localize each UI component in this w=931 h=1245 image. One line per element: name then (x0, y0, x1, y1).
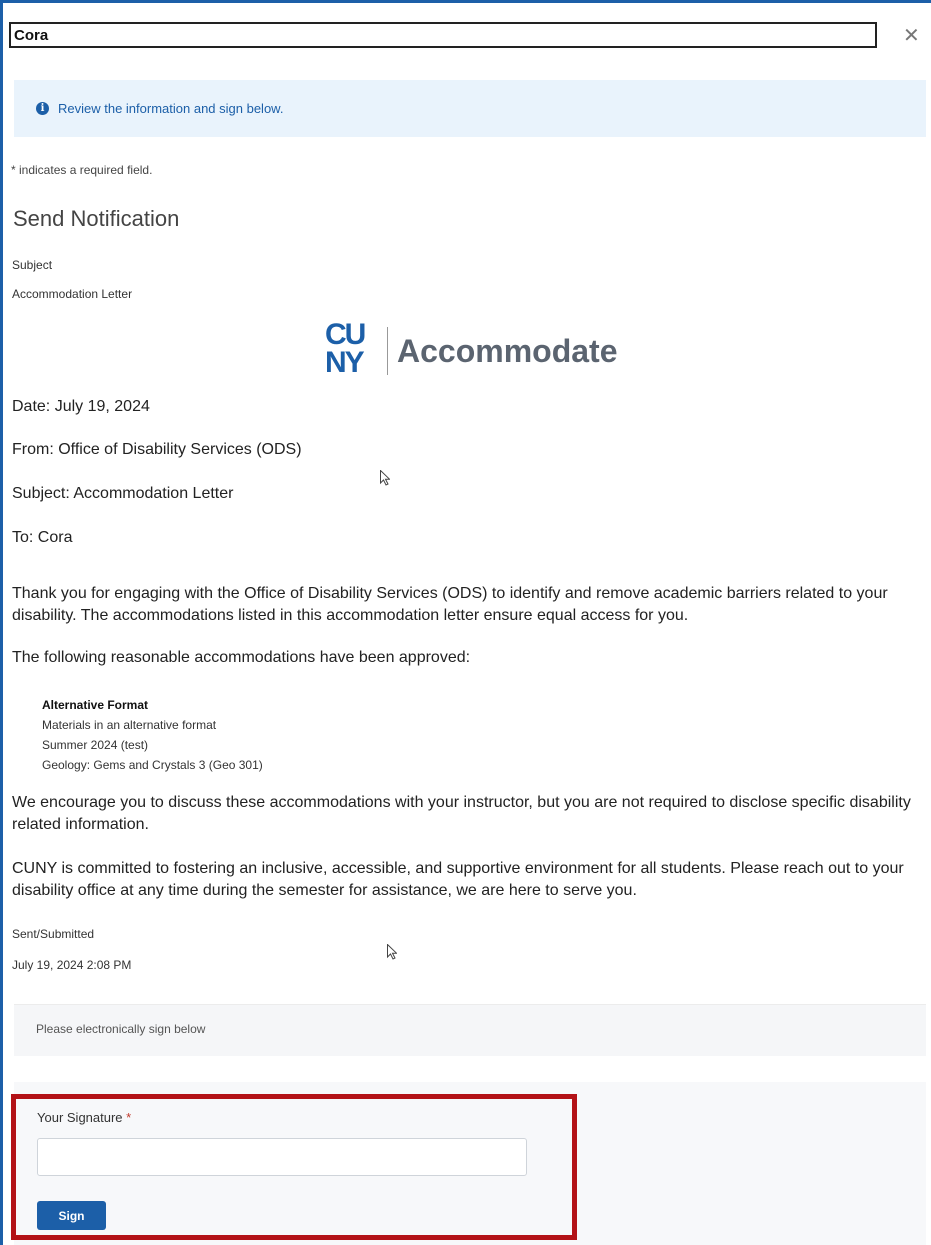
letter-intro: Thank you for engaging with the Office o… (12, 585, 888, 624)
letter-to: To: Cora (12, 529, 73, 546)
info-banner-text: Review the information and sign below. (58, 101, 284, 116)
approved-intro: The following reasonable accommodations … (12, 649, 471, 666)
accommodation-item: Alternative Format Materials in an alter… (42, 695, 263, 775)
window-frame-left (0, 0, 3, 1245)
logo-divider (387, 327, 388, 375)
letter-commitment: CUNY is committed to fostering an inclus… (12, 860, 904, 899)
letter-subject: Subject: Accommodation Letter (12, 485, 234, 502)
letter-from: From: Office of Disability Services (ODS… (12, 441, 302, 458)
signature-input[interactable] (37, 1138, 527, 1176)
mouse-cursor-icon (387, 944, 397, 960)
required-marker: * (126, 1110, 132, 1125)
sign-instructions-text: Please electronically sign below (36, 1022, 206, 1036)
sign-button[interactable]: Sign (37, 1201, 106, 1230)
cuny-logo-mark: CU NY (325, 318, 366, 379)
letter-date: Date: July 19, 2024 (12, 398, 150, 415)
sent-value: July 19, 2024 2:08 PM (12, 958, 132, 972)
subject-label: Subject (12, 258, 53, 272)
accommodation-description: Materials in an alternative format (42, 718, 217, 732)
dialog-title: Cora (9, 22, 877, 48)
close-icon[interactable]: ✕ (903, 26, 920, 46)
accommodation-term: Summer 2024 (test) (42, 738, 149, 752)
subject-value: Accommodation Letter (12, 287, 133, 301)
required-field-note: * indicates a required field. (11, 163, 153, 177)
sign-instructions-banner: Please electronically sign below (14, 1004, 926, 1056)
sent-label: Sent/Submitted (12, 927, 95, 941)
info-icon: i (36, 102, 49, 115)
mouse-cursor-icon (380, 470, 390, 486)
section-title: Send Notification (13, 206, 180, 231)
info-banner: i Review the information and sign below. (14, 80, 926, 137)
signature-label: Your Signature * (37, 1110, 132, 1125)
window-frame-top (0, 0, 931, 3)
letter-encourage: We encourage you to discuss these accomm… (12, 794, 911, 833)
accommodation-title: Alternative Format (42, 698, 149, 712)
logo-wordmark: Accommodate (397, 333, 618, 369)
accommodation-course: Geology: Gems and Crystals 3 (Geo 301) (42, 758, 263, 772)
